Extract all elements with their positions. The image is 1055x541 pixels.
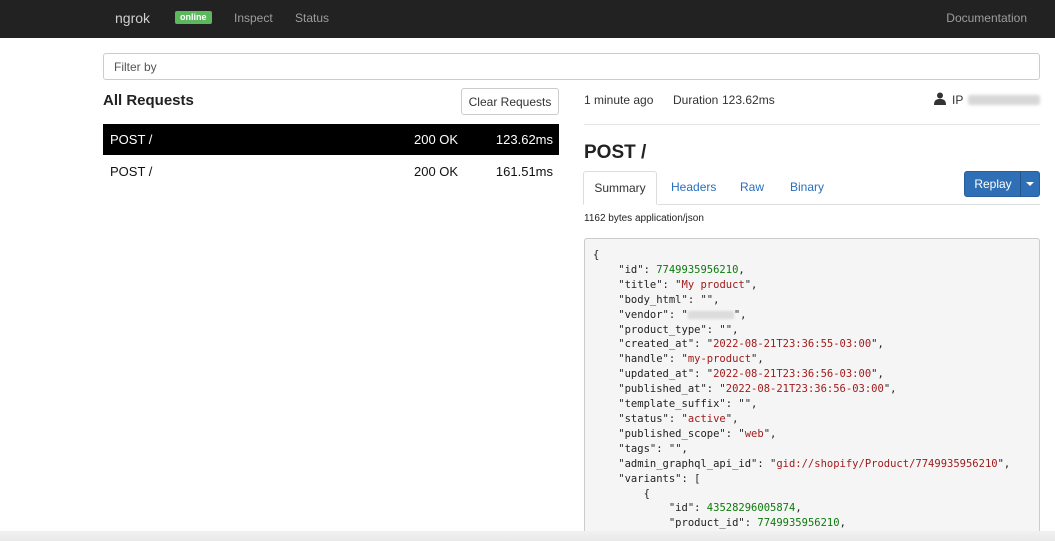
tab-raw[interactable]: Raw [728,171,776,205]
filter-input[interactable] [103,53,1040,80]
nav-status-link[interactable]: Status [295,11,329,25]
redacted-vendor [687,310,734,319]
request-duration: 161.51ms [495,164,553,179]
top-navbar: ngrok online Inspect Status Documentatio… [0,0,1055,38]
request-method-path: POST / [110,164,153,179]
redacted-ip-address [968,95,1040,105]
request-method-path: POST / [110,132,153,147]
bottom-edge [0,531,1055,541]
request-duration: 123.62ms [495,132,553,147]
request-status: 200 OK [414,164,459,179]
user-icon [934,92,946,105]
caret-down-icon [1026,182,1034,186]
clear-requests-button[interactable]: Clear Requests [461,88,559,115]
json-body-panel[interactable]: { "id": 7749935956210, "title": "My prod… [584,238,1040,541]
request-status: 200 OK [414,132,459,147]
duration-label: Duration [673,93,719,107]
brand-logo[interactable]: ngrok [115,10,150,26]
online-status-badge: online [175,11,212,24]
request-time: 1 minute ago [584,93,654,107]
nav-documentation-link[interactable]: Documentation [946,11,1027,25]
ip-label: IP [952,93,964,107]
request-detail-title: POST / [584,142,647,163]
tab-underline [658,204,1040,205]
tab-headers[interactable]: Headers [659,171,728,205]
request-row-selected[interactable]: POST / 200 OK 123.62ms [103,124,559,155]
replay-button[interactable]: Replay [964,171,1022,197]
body-size-info: 1162 bytes application/json [584,213,704,224]
tab-summary[interactable]: Summary [583,171,657,205]
all-requests-title: All Requests [103,92,194,109]
duration-value: 123.62ms [722,93,775,107]
nav-inspect-link[interactable]: Inspect [234,11,273,25]
tab-binary[interactable]: Binary [778,171,836,205]
json-body-code: { "id": 7749935956210, "title": "My prod… [593,249,1011,530]
detail-divider [584,124,1040,125]
replay-options-dropdown[interactable] [1020,171,1040,197]
request-row[interactable]: POST / 200 OK 161.51ms [103,156,559,187]
